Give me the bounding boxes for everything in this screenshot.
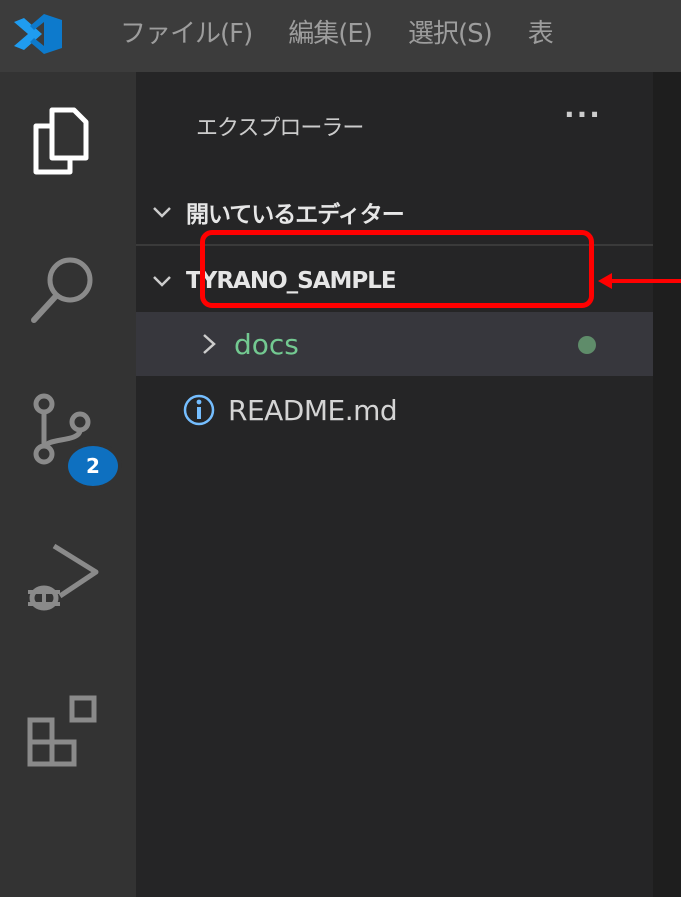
- tree-item-label: docs: [234, 327, 299, 361]
- annotation-highlight-box: [200, 230, 594, 308]
- editor-area: [653, 72, 681, 897]
- open-editors-label: 開いているエディター: [186, 202, 405, 228]
- run-debug-icon[interactable]: [24, 536, 104, 616]
- menu-view[interactable]: 表: [528, 13, 554, 50]
- vscode-logo-icon[interactable]: [10, 12, 72, 56]
- vscode-window: ファイル(F) 編集(E) 選択(S) 表 2 エクスプローラー ··· 開いて…: [0, 0, 681, 897]
- tree-item-docs[interactable]: docs: [136, 312, 653, 376]
- more-actions-button[interactable]: ···: [564, 98, 602, 131]
- tree-item-readme[interactable]: README.md: [136, 378, 653, 442]
- tree-item-label: README.md: [228, 393, 398, 427]
- modified-dot-icon: [578, 336, 596, 354]
- chevron-right-icon: [203, 334, 216, 354]
- annotation-arrow-icon: [598, 273, 681, 289]
- search-icon[interactable]: [24, 250, 104, 330]
- menu: ファイル(F) 編集(E) 選択(S) 表: [120, 0, 554, 62]
- files-icon[interactable]: [24, 100, 104, 180]
- explorer-sidebar: エクスプローラー ··· 開いているエディター TYRANO_SAMPLE do…: [136, 72, 653, 897]
- activity-bar: 2: [0, 72, 136, 897]
- explorer-title: エクスプローラー: [196, 116, 364, 141]
- chevron-down-icon: [153, 276, 171, 287]
- menu-file[interactable]: ファイル(F): [120, 13, 253, 50]
- extensions-icon[interactable]: [24, 688, 104, 768]
- menu-edit[interactable]: 編集(E): [288, 13, 373, 50]
- chevron-down-icon: [153, 207, 171, 218]
- source-control-badge: 2: [64, 442, 122, 490]
- menu-selection[interactable]: 選択(S): [408, 13, 493, 50]
- info-icon: [183, 394, 215, 426]
- menu-bar: ファイル(F) 編集(E) 選択(S) 表: [0, 0, 681, 72]
- open-editors-section[interactable]: 開いているエディター: [136, 190, 653, 234]
